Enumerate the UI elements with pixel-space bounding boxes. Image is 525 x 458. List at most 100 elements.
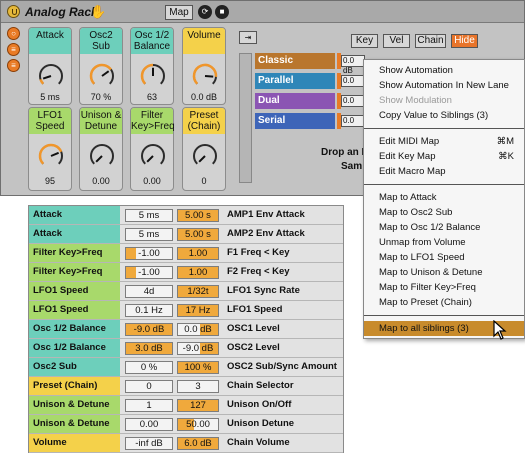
menu-item-label: Map to LFO1 Speed [379, 252, 465, 263]
show-chains-icon[interactable]: ≡ [7, 43, 20, 56]
menu-item-label: Show Automation [379, 65, 453, 76]
chain-button[interactable]: Chain [415, 34, 446, 48]
chain-volume[interactable]: 0.0 [341, 95, 365, 107]
chain-volume[interactable]: 0.0 [341, 115, 365, 127]
menu-item-map-to-osc2-sub[interactable]: Map to Osc2 Sub [364, 205, 524, 220]
menu-item-map-to-lfo1-speed[interactable]: Map to LFO1 Speed [364, 250, 524, 265]
menu-item-copy-value-to-siblings-3[interactable]: Copy Value to Siblings (3) [364, 108, 524, 123]
knob-icon[interactable] [139, 142, 167, 170]
macro-knob-1[interactable]: Attack 5 ms [28, 27, 72, 105]
max-value-field[interactable]: 1/32t [177, 285, 219, 298]
macro-name-cell: Attack [29, 225, 120, 243]
show-devices-icon[interactable]: ≡ [7, 59, 20, 72]
knob-icon[interactable] [191, 142, 219, 170]
chain-volume[interactable]: 0.0 dB [341, 55, 365, 75]
menu-item-show-automation[interactable]: Show Automation [364, 63, 524, 78]
min-value-field[interactable]: 0 % [125, 361, 173, 374]
chain-item-parallel[interactable]: Parallel [255, 73, 335, 89]
max-value-field[interactable]: 127 [177, 399, 219, 412]
max-value-field[interactable]: 1.00 [177, 247, 219, 260]
max-value-field[interactable]: 1.00 [177, 266, 219, 279]
device-power-icon[interactable] [7, 5, 20, 18]
menu-item-map-to-attack[interactable]: Map to Attack [364, 190, 524, 205]
chain-list-scrollbar[interactable] [239, 53, 252, 183]
macro-mapping-table: Attack 5 ms 5.00 s AMP1 Env Attack Attack 5 m… [28, 205, 344, 453]
chain-volume[interactable]: 0.0 [341, 75, 365, 87]
target-parameter: LFO1 Sync Rate [227, 285, 300, 296]
min-value-field[interactable]: 0 [125, 380, 173, 393]
menu-item-label: Copy Value to Siblings (3) [379, 110, 489, 121]
table-row: Filter Key>Freq -1.00 1.00 F2 Freq < Key [29, 263, 343, 282]
min-value-field[interactable]: 3.0 dB [125, 342, 173, 355]
min-value-field[interactable]: 4d [125, 285, 173, 298]
max-value-field[interactable]: 6.0 dB [177, 437, 219, 450]
key-button[interactable]: Key [351, 34, 378, 48]
macro-knob-5[interactable]: LFO1 Speed 95 [28, 107, 72, 191]
menu-item-unmap-from-volume[interactable]: Unmap from Volume [364, 235, 524, 250]
vel-button[interactable]: Vel [383, 34, 410, 48]
max-value-field[interactable]: 17 Hz [177, 304, 219, 317]
target-parameter: Chain Volume [227, 437, 290, 448]
macro-knob-2[interactable]: Osc2 Sub 70 % [79, 27, 123, 105]
max-value-field[interactable]: 50.00 [177, 418, 219, 431]
save-preset-icon[interactable]: ■ [215, 5, 229, 19]
macro-knob-6[interactable]: Unison & Detune 0.00 [79, 107, 123, 191]
min-value-field[interactable]: 1 [125, 399, 173, 412]
max-value-field[interactable]: 5.00 s [177, 228, 219, 241]
max-value-field[interactable]: 5.00 s [177, 209, 219, 222]
menu-item-show-automation-in-new-lane[interactable]: Show Automation In New Lane [364, 78, 524, 93]
menu-item-label: Edit MIDI Map [379, 136, 440, 147]
menu-item-map-to-filter-key-freq[interactable]: Map to Filter Key>Freq [364, 280, 524, 295]
menu-item-label: Edit Macro Map [379, 166, 446, 177]
max-value-field[interactable]: 100 % [177, 361, 219, 374]
menu-item-edit-macro-map[interactable]: Edit Macro Map [364, 164, 524, 179]
table-row: LFO1 Speed 0.1 Hz 17 Hz LFO1 Speed [29, 301, 343, 320]
menu-item-edit-key-map[interactable]: Edit Key Map ⌘K [364, 149, 524, 164]
min-value-field[interactable]: 0.1 Hz [125, 304, 173, 317]
max-value-field[interactable]: 3 [177, 380, 219, 393]
macro-knob-7[interactable]: Filter Key>Freq 0.00 [130, 107, 175, 191]
chain-item-dual[interactable]: Dual [255, 93, 335, 109]
menu-item-edit-midi-map[interactable]: Edit MIDI Map ⌘M [364, 134, 524, 149]
show-macros-icon[interactable]: ○ [7, 27, 20, 40]
min-value-field[interactable]: -inf dB [125, 437, 173, 450]
macro-name-cell: LFO1 Speed [29, 282, 120, 300]
max-value-field[interactable]: 0.0 dB [177, 323, 219, 336]
menu-item-label: Show Modulation [379, 95, 452, 106]
macro-name-cell: Osc 1/2 Balance [29, 339, 120, 357]
menu-item-map-to-osc-1-2-balance[interactable]: Map to Osc 1/2 Balance [364, 220, 524, 235]
knob-icon[interactable] [88, 62, 116, 90]
knob-icon[interactable] [37, 62, 65, 90]
map-button[interactable]: Map [165, 5, 193, 20]
min-value-field[interactable]: 5 ms [125, 228, 173, 241]
target-parameter: LFO1 Speed [227, 304, 283, 315]
context-menu: Show Automation Show Automation In New La… [363, 59, 525, 339]
menu-item-label: Unmap from Volume [379, 237, 466, 248]
target-parameter: F2 Freq < Key [227, 266, 290, 277]
macro-name-cell: Osc2 Sub [29, 358, 120, 376]
knob-icon[interactable] [37, 142, 65, 170]
max-value-field[interactable]: -9.0 dB [177, 342, 219, 355]
min-value-field[interactable]: 5 ms [125, 209, 173, 222]
min-value-field[interactable]: -1.00 [125, 247, 173, 260]
hide-button[interactable]: Hide [451, 34, 478, 48]
chain-item-classic[interactable]: Classic [255, 53, 335, 69]
macro-label: Filter Key>Freq [131, 108, 175, 134]
min-value-field[interactable]: 0.00 [125, 418, 173, 431]
knob-icon[interactable] [191, 62, 219, 90]
chain-list-toggle-icon[interactable]: ⇥ [239, 31, 257, 44]
menu-item-map-to-preset-chain[interactable]: Map to Preset (Chain) [364, 295, 524, 310]
menu-item-label: Map to Preset (Chain) [379, 297, 472, 308]
macro-knob-4[interactable]: Volume 0.0 dB [182, 27, 226, 105]
knob-icon[interactable] [88, 142, 116, 170]
menu-item-map-to-unison-detune[interactable]: Map to Unison & Detune [364, 265, 524, 280]
macro-knob-3[interactable]: Osc 1/2 Balance 63 [130, 27, 174, 105]
hot-swap-icon[interactable]: ⟳ [198, 5, 212, 19]
macro-knob-8[interactable]: Preset (Chain) 0 [182, 107, 226, 191]
table-row: Filter Key>Freq -1.00 1.00 F1 Freq < Key [29, 244, 343, 263]
min-value-field[interactable]: -1.00 [125, 266, 173, 279]
knob-icon[interactable] [139, 62, 167, 90]
chain-item-serial[interactable]: Serial [255, 113, 335, 129]
min-value-field[interactable]: -9.0 dB [125, 323, 173, 336]
target-parameter: AMP1 Env Attack [227, 209, 305, 220]
